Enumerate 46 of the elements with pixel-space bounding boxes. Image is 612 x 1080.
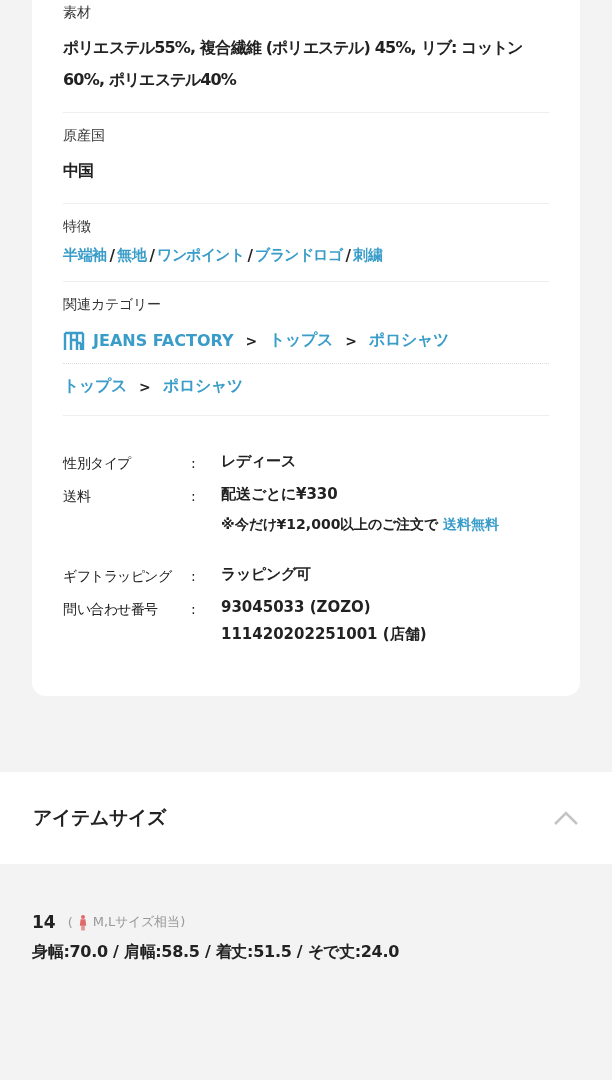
info-value: ラッピング可 [221,565,311,584]
separator-slash: / [149,246,155,265]
info-value: 93045033 (ZOZO) [221,598,372,616]
feature-link[interactable]: 半端袖 [63,246,107,265]
colon: : [191,600,197,619]
category-link[interactable]: JEANS FACTORY [93,331,234,350]
field-label: 関連カテゴリー [63,296,162,314]
field-label: 原産国 [63,127,106,145]
info-label: 送料 [63,487,92,506]
size-number: 14 [32,912,56,932]
info-label: ギフトラッピング [63,567,173,586]
section-title: アイテムサイズ [33,805,166,830]
shipping-note: ※今だけ¥12,000以上のご注文で [221,516,439,532]
category-link[interactable]: ポロシャツ [369,330,449,351]
paren: ( [67,914,73,930]
info-value: レディース [221,452,296,471]
chevron-icon[interactable] [553,810,579,826]
info-value: 111420202251001 (店舗) [221,625,427,644]
free-shipping-link[interactable]: 送料無料 [443,516,500,532]
colon: : [191,487,197,506]
breadcrumb-separator: > [345,332,357,349]
colon: : [191,454,197,473]
field-value: ポリエステル55%, 複合繊維 (ポリエステル) 45%, リブ: コットン60%, ポリエステル40% [63,37,524,91]
info-label: 性別タイプ [63,454,132,473]
measurements: 身幅:70.0 / 肩幅:58.5 / 着丈:51.5 / そで丈:24.0 [32,942,401,963]
separator-slash: / [109,246,115,265]
woman-icon [78,913,87,931]
category-link[interactable]: ポロシャツ [162,376,243,397]
breadcrumb-separator: > [139,378,151,395]
info-value: 配送ごとに¥330 [221,485,339,504]
feature-link[interactable]: ブランドロゴ [255,246,343,265]
separator-slash: / [247,246,253,265]
field-label: 特徴 [63,218,92,236]
field-label: 素材 [63,4,92,22]
field-value: 中国 [63,160,95,182]
colon: : [191,567,197,586]
separator-slash: / [345,246,351,265]
info-label: 問い合わせ番号 [63,600,159,619]
breadcrumb-separator: > [245,332,258,349]
feature-link[interactable]: ワンポイント [157,246,245,265]
storefront-icon [63,330,85,351]
size-equivalent: M,Lサイズ相当) [92,913,186,931]
feature-link[interactable]: 無地 [117,246,147,265]
category-link[interactable]: トップス [63,376,127,397]
category-link[interactable]: トップス [269,330,334,351]
feature-link[interactable]: 刺繍 [353,246,383,265]
